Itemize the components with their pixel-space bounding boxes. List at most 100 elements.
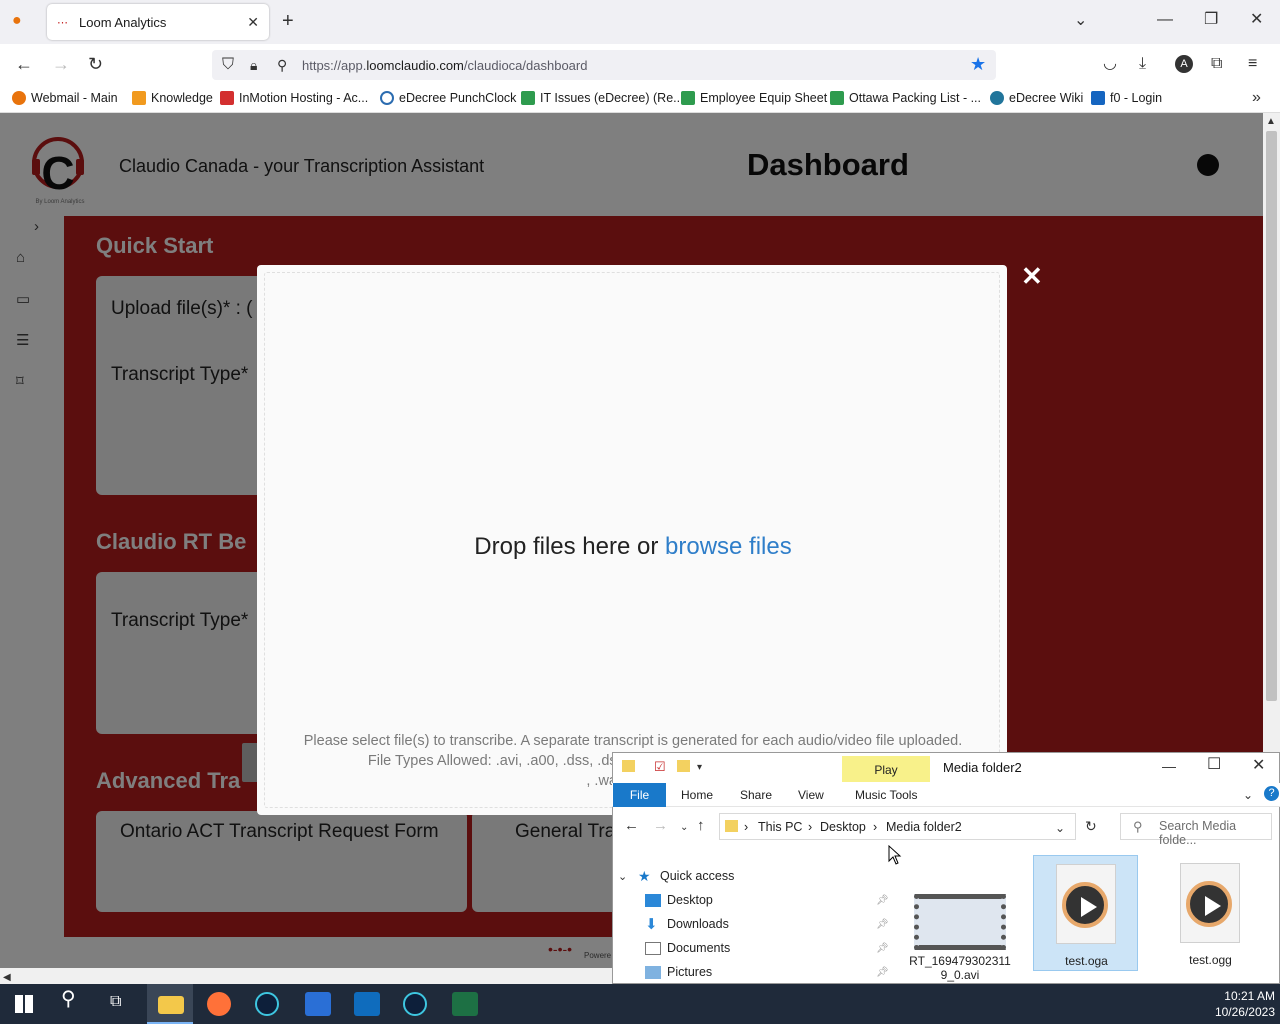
quick-access-toolbar-dropdown-icon[interactable]: ▾ (697, 760, 702, 776)
excel-icon[interactable] (452, 992, 478, 1016)
scroll-thumb[interactable] (1266, 131, 1277, 701)
address-dropdown-icon[interactable]: ⌄ (1055, 820, 1065, 836)
browser-tab[interactable]: ⋯ Loom Analytics ✕ (47, 4, 269, 40)
shield-icon[interactable]: ⛉ (222, 57, 234, 73)
explorer-forward-icon[interactable]: → (653, 818, 668, 834)
nav-downloads[interactable]: ⬇ Downloads (645, 917, 729, 932)
new-folder-icon[interactable] (677, 760, 690, 772)
app-menu-icon[interactable]: ≡ (1248, 56, 1257, 72)
drop-zone[interactable]: Drop files here or browse files Please s… (264, 272, 1000, 808)
collapse-quick-access-icon[interactable]: ⌄ (618, 869, 627, 885)
powershell-icon[interactable] (305, 992, 331, 1016)
mouse-cursor-icon (888, 845, 902, 865)
firefox-icon[interactable] (207, 992, 231, 1016)
file-name: test.oga (1065, 954, 1108, 968)
reload-icon[interactable]: ↻ (88, 55, 103, 73)
breadcrumb-this-pc[interactable]: This PC (758, 820, 802, 834)
bookmark-punchclock[interactable]: eDecree PunchClock (380, 91, 516, 105)
explorer-search-input[interactable]: Search Media folde... (1120, 813, 1272, 847)
close-window-icon[interactable]: ✕ (1250, 12, 1263, 28)
webex-meetings-icon[interactable] (403, 992, 427, 1016)
pin-icon: 📌︎ (876, 967, 889, 978)
task-view-icon[interactable]: ⧉ (110, 994, 121, 1010)
bookmark-knowledge[interactable]: Knowledge (132, 91, 213, 105)
explorer-close-icon[interactable]: ✕ (1252, 758, 1265, 774)
browse-files-link[interactable]: browse files (665, 533, 792, 560)
url-text[interactable]: https://app.loomclaudio.com/claudioca/da… (302, 58, 587, 73)
bookmark-inmotion[interactable]: InMotion Hosting - Ac... (220, 91, 368, 105)
inmotion-icon (220, 91, 234, 105)
modal-close-icon[interactable]: ✕ (1021, 261, 1043, 292)
refresh-icon[interactable]: ↻ (1085, 818, 1097, 834)
knowledge-icon (132, 91, 146, 105)
help-icon[interactable]: ? (1264, 786, 1279, 801)
pictures-icon (645, 965, 661, 979)
explorer-maximize-icon[interactable]: ☐ (1207, 757, 1221, 773)
account-icon[interactable]: A (1175, 55, 1193, 73)
nav-pictures[interactable]: Pictures (645, 965, 712, 979)
ribbon-tab-file[interactable]: File (613, 783, 666, 807)
close-tab-icon[interactable]: ✕ (247, 14, 259, 31)
file-oga[interactable]: test.oga (1033, 855, 1138, 971)
system-clock[interactable]: 10:21 AM 10/26/2023 (1205, 988, 1275, 1020)
nav-desktop[interactable]: Desktop (645, 893, 713, 907)
up-folder-icon[interactable]: ↑ (697, 818, 705, 834)
bookmark-webmail[interactable]: Webmail - Main (12, 91, 118, 105)
recent-locations-icon[interactable]: ⌄ (680, 820, 688, 836)
note-line: Please select file(s) to transcribe. A s… (303, 733, 963, 749)
webmail-icon (12, 91, 26, 105)
bookmark-equip-sheet[interactable]: Employee Equip Sheet (681, 91, 827, 105)
restore-icon[interactable]: ❐ (1204, 12, 1218, 28)
bookmark-f0-login[interactable]: f0 - Login (1091, 91, 1162, 105)
bookmark-wiki[interactable]: eDecree Wiki (990, 91, 1083, 105)
bookmark-packing-list[interactable]: Ottawa Packing List - ... (830, 91, 981, 105)
nav-quick-access[interactable]: ★ Quick access (638, 867, 734, 884)
nav-documents[interactable]: Documents (645, 941, 730, 955)
scroll-up-icon[interactable]: ▲ (1266, 114, 1276, 130)
permissions-icon[interactable]: ⚲ (277, 57, 287, 73)
file-ogg[interactable]: test.ogg (1158, 855, 1263, 971)
bookmark-it-issues[interactable]: IT Issues (eDecree) (Re... (521, 91, 684, 105)
expand-ribbon-icon[interactable]: ⌄ (1243, 787, 1253, 803)
forward-icon[interactable]: → (52, 55, 70, 73)
ribbon-tab-home[interactable]: Home (681, 788, 713, 802)
explorer-title: Media folder2 (943, 760, 1022, 775)
taskbar-search-icon[interactable]: ⚲ (61, 989, 76, 1009)
minimize-icon[interactable]: — (1157, 12, 1173, 28)
explorer-back-icon[interactable]: ← (624, 818, 639, 834)
more-bookmarks-icon[interactable]: » (1252, 90, 1261, 106)
play-triangle (1205, 896, 1221, 916)
star-icon: ★ (638, 867, 651, 884)
sheets-icon (681, 91, 695, 105)
file-name: test.ogg (1189, 953, 1232, 967)
breadcrumb-desktop[interactable]: Desktop (820, 820, 866, 834)
play-context-tab[interactable]: Play (842, 756, 930, 782)
pin-icon: 📌︎ (876, 919, 889, 930)
sheets-icon (521, 91, 535, 105)
lock-icon[interactable]: 🔒︎ (250, 57, 257, 73)
pin-icon: 📌︎ (876, 943, 889, 954)
crumb-separator: › (744, 820, 749, 834)
new-tab-icon[interactable]: + (282, 11, 294, 31)
bookmark-star-icon[interactable]: ★ (970, 55, 986, 73)
drop-instruction: Drop files here or browse files (474, 533, 792, 560)
webex-icon[interactable] (255, 992, 279, 1016)
firefox-menu-icon[interactable]: ● (12, 13, 22, 29)
downloads-icon[interactable]: ⤓ (1139, 56, 1146, 72)
pocket-icon[interactable]: ◡ (1103, 56, 1117, 72)
windows-start-icon[interactable] (15, 995, 33, 1013)
back-icon[interactable]: ← (15, 55, 33, 73)
properties-icon[interactable]: ☑ (654, 759, 666, 775)
file-avi[interactable]: RT_169479302311 9_0.avi (906, 856, 1014, 982)
explorer-minimize-icon[interactable]: — (1162, 758, 1176, 774)
ribbon-tab-view[interactable]: View (798, 788, 824, 802)
breadcrumb-media-folder[interactable]: Media folder2 (886, 820, 962, 834)
outlook-icon[interactable] (354, 992, 380, 1016)
file-explorer-icon[interactable] (158, 996, 184, 1014)
ribbon-tab-share[interactable]: Share (740, 788, 772, 802)
ribbon-tab-music-tools[interactable]: Music Tools (855, 788, 917, 802)
page-horizontal-scrollbar[interactable] (0, 968, 612, 984)
file-name: RT_169479302311 9_0.avi (909, 954, 1011, 982)
extensions-icon[interactable]: ⧉ (1211, 56, 1222, 72)
list-tabs-icon[interactable]: ⌄ (1074, 13, 1087, 29)
